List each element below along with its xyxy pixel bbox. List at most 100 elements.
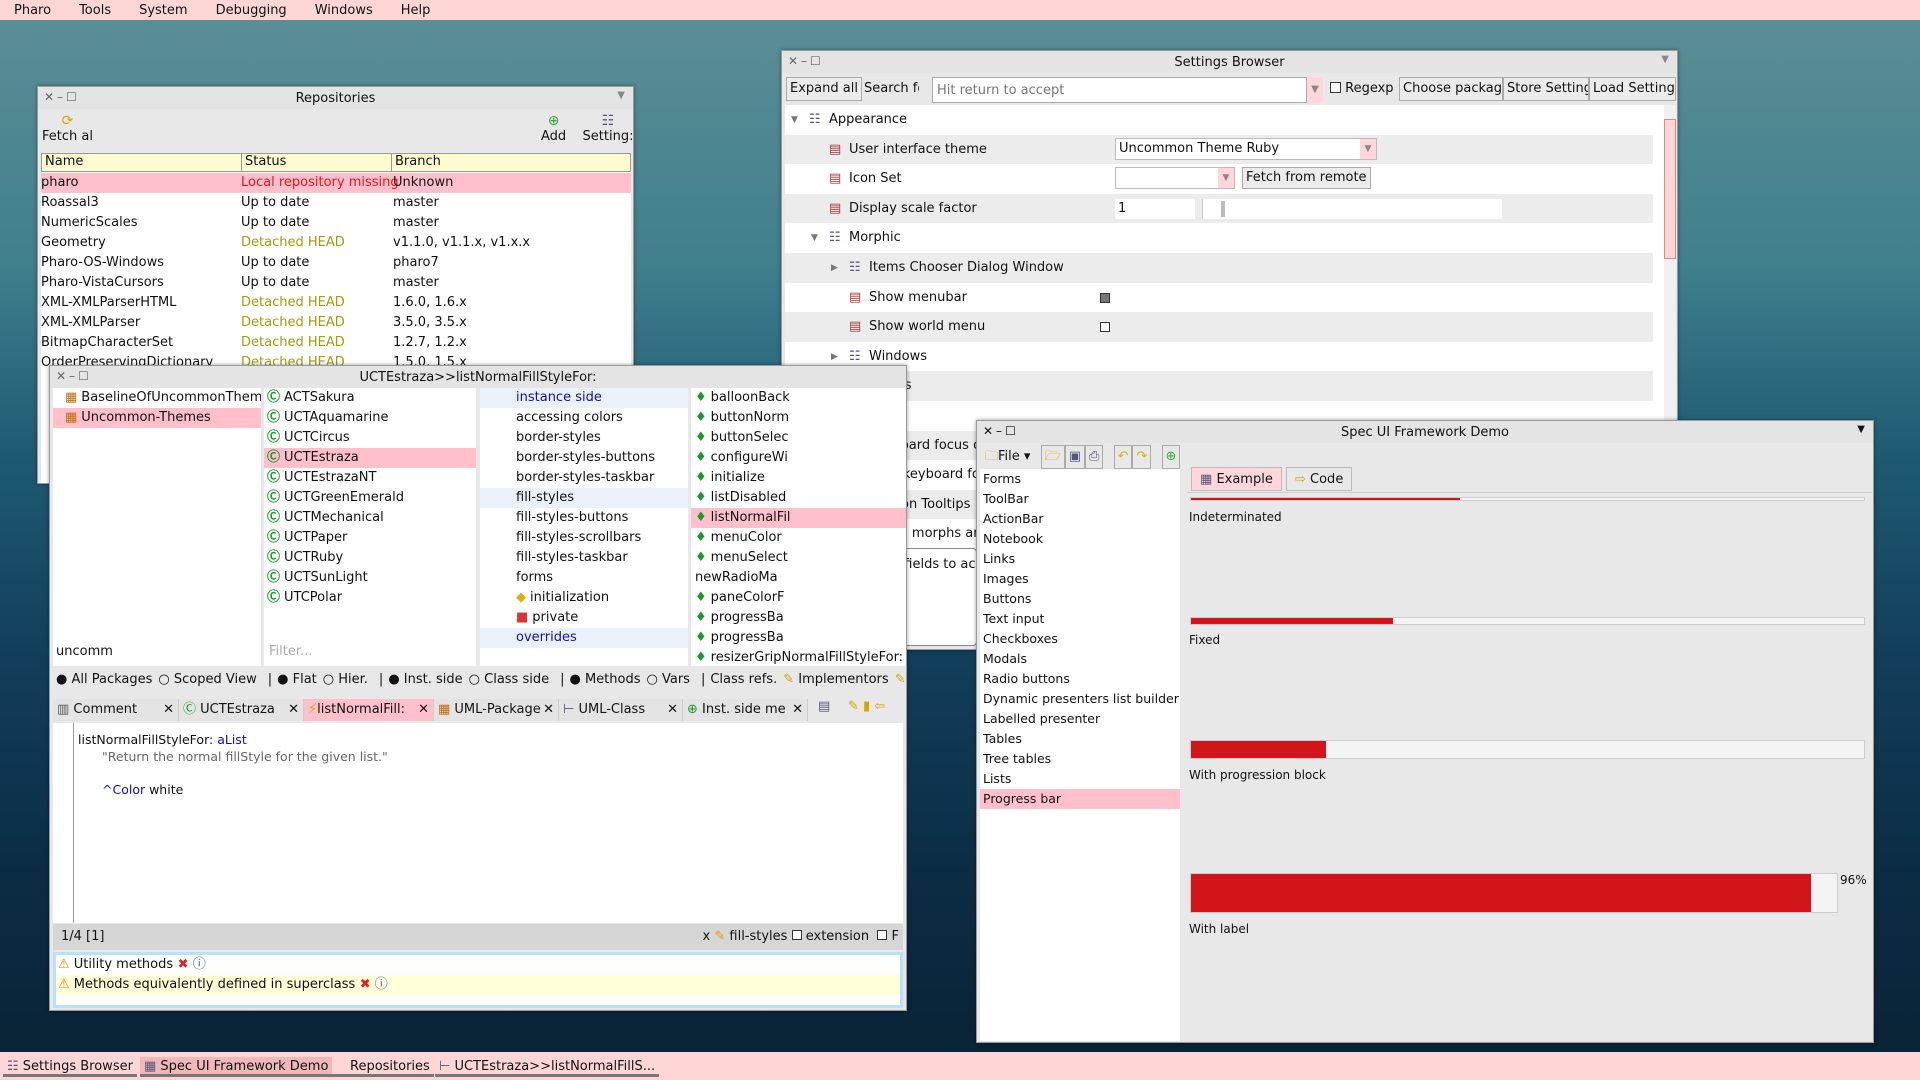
ignore-icon[interactable]: ✖ bbox=[173, 957, 189, 972]
class-item[interactable]: Ⓒ UCTRuby bbox=[264, 548, 476, 568]
class-item[interactable]: Ⓒ UCTCircus bbox=[264, 428, 476, 448]
package-item[interactable]: ▦ Uncommon-Themes bbox=[53, 408, 261, 428]
close-tab-icon[interactable]: ✕ bbox=[288, 699, 299, 721]
store-setting-button[interactable]: Store Setting bbox=[1503, 77, 1589, 101]
window-menu-icon[interactable]: ▼ bbox=[617, 90, 625, 101]
demo-list-item[interactable]: Notebook bbox=[980, 529, 1180, 549]
option-scoped-view[interactable]: ○ Scoped View bbox=[158, 672, 256, 687]
redo-button[interactable]: ↷ bbox=[1132, 445, 1152, 469]
demo-list-item[interactable]: Checkboxes bbox=[980, 629, 1180, 649]
option-implementors[interactable]: ✎ Implementors bbox=[783, 672, 888, 687]
tab-uctestraza[interactable]: Ⓒ UCTEstraza ✕ bbox=[179, 699, 304, 721]
close-tab-icon[interactable]: ✕ bbox=[792, 699, 803, 721]
theme-dropdown[interactable]: Uncommon Theme Ruby ▼ bbox=[1115, 137, 1377, 160]
table-row[interactable]: Pharo-VistaCursors Up to date master bbox=[41, 273, 631, 293]
setting-row[interactable]: ▤ User interface theme Uncommon Theme Ruby… bbox=[785, 134, 1653, 165]
package-filter-input[interactable]: uncomm bbox=[56, 644, 113, 659]
f-checkbox[interactable] bbox=[877, 930, 888, 940]
window-controls[interactable]: ✕–☐ bbox=[44, 90, 80, 104]
table-row[interactable]: Geometry Detached HEAD v1.1.0, v1.1.x, v1.… bbox=[41, 233, 631, 253]
class-item[interactable]: Ⓒ UCTEstrazaNT bbox=[264, 468, 476, 488]
protocol-item[interactable]: border-styles bbox=[480, 428, 688, 448]
demo-list-item[interactable]: Dynamic presenters list builder bbox=[980, 689, 1180, 709]
menu-windows[interactable]: Windows bbox=[301, 3, 387, 18]
title-bar[interactable]: ✕–☐ Settings Browser ▼ bbox=[782, 51, 1677, 73]
protocol-item[interactable]: overrides bbox=[480, 628, 688, 648]
window-controls[interactable]: ✕–☐ bbox=[788, 54, 824, 68]
taskbar-item[interactable]: ☷ Settings Browser bbox=[3, 1057, 137, 1077]
tab-uml-class[interactable]: ⊢ UML-Class ✕ bbox=[559, 699, 683, 721]
add-button[interactable]: ⊕ Add bbox=[541, 113, 566, 144]
setting-row[interactable]: ▤ Show world menu bbox=[785, 312, 1653, 343]
option-class-refs-[interactable]: Class refs. bbox=[710, 672, 777, 687]
help-icon[interactable]: ⓘ bbox=[189, 957, 206, 972]
taskbar-item[interactable]: ▦ Spec UI Framework Demo bbox=[140, 1057, 333, 1077]
tab-code[interactable]: ⇨ Code bbox=[1285, 467, 1353, 491]
window-controls[interactable]: ✕–☐ bbox=[56, 369, 92, 383]
table-row[interactable]: XML-XMLParserHTML Detached HEAD 1.6.0, 1.6… bbox=[41, 293, 631, 313]
option-flat[interactable]: ● Flat bbox=[277, 672, 317, 687]
protocol-item[interactable]: accessing colors bbox=[480, 408, 688, 428]
class-item[interactable]: Ⓒ UCTMechanical bbox=[264, 508, 476, 528]
option-inst-side[interactable]: ● Inst. side bbox=[388, 672, 462, 687]
expanded-triangle-icon[interactable]: ▼ bbox=[811, 223, 818, 253]
class-item[interactable]: Ⓒ UCTAquamarine bbox=[264, 408, 476, 428]
close-status-button[interactable]: x bbox=[703, 929, 711, 944]
method-item[interactable]: ♦ listDisabled bbox=[691, 488, 906, 508]
demo-list-item[interactable]: Modals bbox=[980, 649, 1180, 669]
menu-debugging[interactable]: Debugging bbox=[202, 3, 301, 18]
demo-list-item[interactable]: Links bbox=[980, 549, 1180, 569]
class-item[interactable]: Ⓒ UTCPolar bbox=[264, 588, 476, 608]
close-tab-icon[interactable]: ✕ bbox=[163, 699, 174, 721]
setting-row[interactable]: ▶ ☷ Items Chooser Dialog Window bbox=[785, 253, 1653, 283]
setting-row[interactable]: ▶ ☷ Windows bbox=[785, 341, 1653, 372]
critique-item[interactable]: ⚠ Utility methods ✖ ⓘ bbox=[56, 955, 900, 975]
undo-button[interactable]: ↶ bbox=[1113, 445, 1133, 469]
extension-checkbox[interactable] bbox=[791, 930, 802, 940]
method-item[interactable]: ♦ progressBa bbox=[691, 628, 906, 648]
class-item[interactable]: Ⓒ UCTEstraza bbox=[264, 448, 476, 468]
load-setting-button[interactable]: Load Setting bbox=[1589, 77, 1676, 101]
protocol-item[interactable]: fill-styles bbox=[480, 488, 688, 508]
tools-icon[interactable]: ✎ ▮ ⇦ bbox=[848, 699, 885, 714]
demo-list-item[interactable]: Lists bbox=[980, 769, 1180, 789]
open-button[interactable]: 🗁 bbox=[1040, 445, 1065, 469]
scale-slider[interactable] bbox=[1202, 198, 1502, 219]
method-item[interactable]: ♦ configureWi bbox=[691, 448, 906, 468]
setting-row[interactable]: ▤ Display scale factor 1 bbox=[785, 193, 1653, 224]
search-input[interactable] bbox=[932, 77, 1307, 103]
method-item[interactable]: ♦ initialize bbox=[691, 468, 906, 488]
protocol-item[interactable]: fill-styles-taskbar bbox=[480, 548, 688, 568]
protocol-label[interactable]: fill-styles bbox=[729, 929, 787, 944]
setting-row[interactable]: ▼ ☷ Appearance bbox=[785, 105, 1653, 135]
close-tab-icon[interactable]: ✕ bbox=[418, 699, 429, 721]
setting-row[interactable]: ▤ Icon Set ▼ Fetch from remote bbox=[785, 164, 1653, 195]
checkbox-checked[interactable] bbox=[1100, 292, 1110, 303]
close-tab-icon[interactable]: ✕ bbox=[543, 699, 554, 721]
method-item[interactable]: ♦ progressBa bbox=[691, 608, 906, 628]
method-item[interactable]: ♦ menuColor bbox=[691, 528, 906, 548]
protocol-item[interactable]: instance side bbox=[480, 388, 688, 408]
class-item[interactable]: Ⓒ UCTSunLight bbox=[264, 568, 476, 588]
protocol-item[interactable]: border-styles-buttons bbox=[480, 448, 688, 468]
option-hier-[interactable]: ○ Hier. bbox=[323, 672, 368, 687]
demo-list-item[interactable]: Radio buttons bbox=[980, 669, 1180, 689]
save-button[interactable]: ▣ bbox=[1064, 445, 1086, 469]
title-bar[interactable]: ✕–☐ Spec UI Framework Demo ▼ bbox=[977, 421, 1873, 443]
menu-pharo[interactable]: Pharo bbox=[0, 3, 65, 18]
class-item[interactable]: Ⓒ UCTGreenEmerald bbox=[264, 488, 476, 508]
option-se[interactable]: ✎ Se bbox=[895, 672, 906, 687]
taskbar-item[interactable]: ⊢ UCTEstraza>>listNormalFillS... bbox=[435, 1057, 660, 1077]
method-item[interactable]: ♦ resizerGripNormalFillStyleFor: bbox=[691, 648, 906, 666]
setting-row[interactable]: ▼ ☷ Morphic bbox=[785, 223, 1653, 254]
regexp-checkbox[interactable]: Regexp bbox=[1330, 81, 1394, 96]
tab-listnormalfill-[interactable]: ⚡listNormalFill: ✕ bbox=[304, 699, 434, 721]
demo-list-item[interactable]: Forms bbox=[980, 469, 1180, 489]
method-item[interactable]: ♦ buttonNorm bbox=[691, 408, 906, 428]
protocol-item[interactable]: ■ private bbox=[480, 608, 688, 628]
expand-all-button[interactable]: Expand all bbox=[786, 77, 862, 101]
scrollbar-thumb[interactable] bbox=[1664, 119, 1676, 259]
window-menu-icon[interactable]: ▼ bbox=[1661, 54, 1669, 65]
fetch-from-remote-button[interactable]: Fetch from remote bbox=[1242, 167, 1371, 190]
code-editor[interactable]: listNormalFillStyleFor: aList "Return th… bbox=[53, 723, 903, 923]
